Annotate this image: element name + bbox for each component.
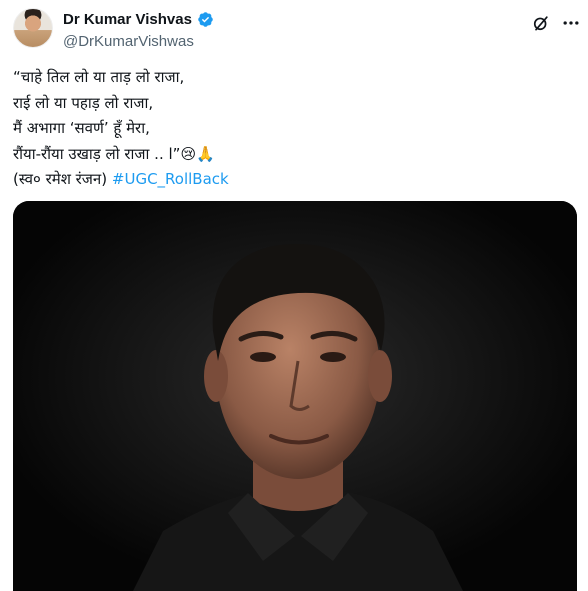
- grok-icon[interactable]: [531, 13, 551, 33]
- crying-face-emoji: 😢: [180, 144, 197, 163]
- author-handle[interactable]: @DrKumarVishwas: [63, 33, 194, 50]
- poem-line-2: राई लो या पहाड़ लो राजा,: [13, 93, 154, 112]
- tweet-post: Dr Kumar Vishvas @DrKumarVishwas “चाहे त…: [0, 0, 588, 591]
- folded-hands-emoji: 🙏: [196, 144, 215, 163]
- credit-line: (स्व० रमेश रंजन) #UGC_RollBack: [13, 167, 573, 193]
- poem-line-4: रौंया-रौंया उखाड़ लो राजा .. l”😢🙏: [13, 142, 573, 168]
- avatar[interactable]: [13, 8, 53, 48]
- display-name[interactable]: Dr Kumar Vishvas: [63, 11, 192, 28]
- author-name-row: Dr Kumar Vishvas: [63, 11, 214, 28]
- poem-line-4-text: रौंया-रौंया उखाड़ लो राजा .. l”: [13, 144, 181, 163]
- more-icon[interactable]: [561, 13, 581, 33]
- tweet-text: “चाहे तिल लो या ताड़ लो राजा, राई लो या …: [13, 65, 573, 193]
- poem-line-3: मैं अभागा ‘सवर्ण’ हूँ मेरा,: [13, 119, 150, 137]
- portrait-photo: [13, 201, 577, 591]
- poem-credit: (स्व० रमेश रंजन): [13, 170, 108, 188]
- hashtag-link[interactable]: #UGC_RollBack: [112, 170, 229, 188]
- verified-badge-icon: [198, 12, 213, 27]
- poem-line-1: “चाहे तिल लो या ताड़ लो राजा,: [13, 68, 185, 86]
- tweet-media-image[interactable]: [13, 201, 577, 591]
